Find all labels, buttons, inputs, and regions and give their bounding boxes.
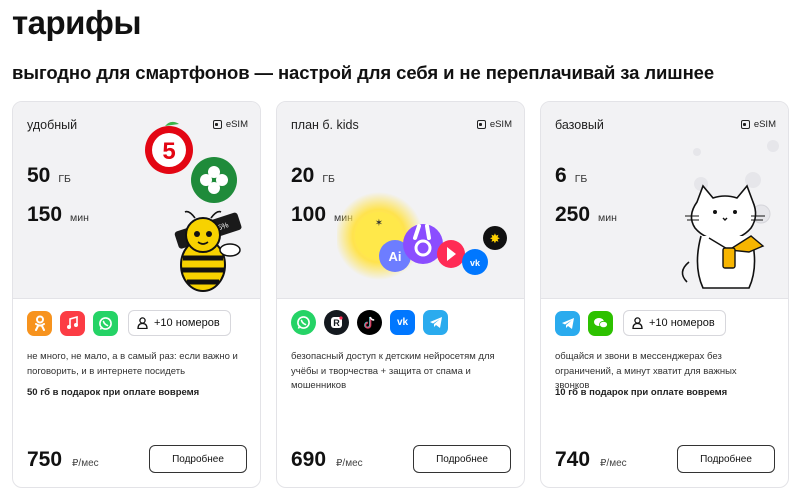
tariff-card-bazovy[interactable]: базовый eSIM 6 ГБ 250 мин +10 номеров обща… — [540, 101, 789, 488]
tariff-price: 750 ₽/мес — [27, 448, 99, 472]
minutes-quota: 250 мин — [555, 203, 617, 227]
svg-text:5: 5 — [162, 138, 175, 165]
data-amount: 20 — [291, 164, 315, 187]
esim-badge: eSIM — [740, 119, 776, 130]
tariff-name: удобный — [27, 118, 78, 132]
tariff-price: 690 ₽/мес — [291, 448, 363, 472]
data-quota: 20 ГБ — [291, 164, 335, 188]
esim-badge: eSIM — [476, 119, 512, 130]
sim-icon — [476, 120, 486, 129]
minutes-amount: 250 — [555, 203, 591, 226]
person-icon — [632, 317, 643, 329]
details-button[interactable]: Подробнее — [677, 445, 775, 473]
data-amount: 50 — [27, 164, 51, 187]
sim-icon — [740, 120, 750, 129]
extra-numbers-chip: +10 номеров — [128, 310, 231, 336]
included-apps: +10 номеров — [555, 310, 726, 336]
esim-label: eSIM — [753, 119, 776, 130]
tariff-bonus: 50 гб в подарок при оплате вовремя — [27, 387, 200, 398]
person-icon — [137, 317, 148, 329]
svg-text:✸: ✸ — [490, 232, 501, 247]
odnoklassniki-icon — [27, 310, 52, 336]
tariff-price: 740 ₽/мес — [555, 448, 627, 472]
page-subtitle: выгодно для смартфонов — настрой для себ… — [12, 62, 715, 83]
svg-text:R: R — [333, 318, 340, 328]
rutube-icon: R — [324, 310, 349, 335]
kids-apps-sun-illustration: ✶ Ai vk ✸ — [337, 192, 507, 280]
data-quota: 50 ГБ — [27, 164, 71, 188]
extra-numbers-label: +10 номеров — [154, 317, 220, 329]
minutes-quota: 150 мин — [27, 203, 89, 227]
music-icon — [60, 310, 85, 336]
tiktok-icon — [357, 310, 382, 335]
included-apps: R vk — [291, 310, 448, 335]
wechat-icon — [588, 310, 613, 336]
tariff-name: план б. kids — [291, 118, 359, 132]
tariff-card-plan-b-kids[interactable]: план б. kids eSIM 20ГБ 100мин ✶ Ai vk ✸ — [276, 101, 525, 488]
price-unit: ₽/мес — [72, 458, 99, 469]
minutes-unit: мин — [70, 212, 89, 224]
extra-numbers-chip: +10 номеров — [623, 310, 726, 336]
vk-icon: vk — [390, 310, 415, 335]
included-apps: +10 номеров — [27, 310, 231, 336]
price-unit: ₽/мес — [600, 458, 627, 469]
data-unit: ГБ — [58, 173, 71, 185]
data-unit: ГБ — [574, 173, 588, 185]
price-amount: 750 — [27, 448, 63, 471]
svg-text:Ai: Ai — [389, 249, 402, 264]
minutes-amount: 150 — [27, 203, 63, 226]
esim-label: eSIM — [489, 119, 512, 130]
price-amount: 690 — [291, 448, 327, 471]
minutes-amount: 100 — [291, 203, 327, 226]
telegram-icon — [555, 310, 580, 336]
details-button[interactable]: Подробнее — [413, 445, 511, 473]
price-amount: 740 — [555, 448, 591, 471]
tariff-card-udobny[interactable]: удобный eSIM 50ГБ 150мин 5 кешбэк 15% — [12, 101, 261, 488]
page-title: тарифы — [12, 4, 142, 41]
whatsapp-icon — [291, 310, 316, 335]
svg-text:vk: vk — [470, 258, 481, 268]
whatsapp-icon — [93, 310, 118, 336]
telegram-icon — [423, 310, 448, 335]
price-unit: ₽/мес — [336, 458, 363, 469]
tariff-name: базовый — [555, 118, 604, 132]
details-button[interactable]: Подробнее — [149, 445, 247, 473]
data-unit: ГБ — [322, 173, 335, 185]
tariff-description: не много, не мало, а в самый раз: если в… — [27, 351, 238, 377]
tariff-description: безопасный доступ к детским нейросетям д… — [291, 351, 495, 392]
data-amount: 6 — [555, 164, 567, 187]
extra-numbers-label: +10 номеров — [649, 317, 715, 329]
tariff-bonus: 10 гб в подарок при оплате вовремя — [555, 387, 728, 398]
svg-text:✶: ✶ — [375, 218, 383, 229]
pyaterochka-bee-illustration: 5 кешбэк 15% — [145, 121, 242, 292]
cat-with-phone-illustration — [681, 140, 779, 289]
minutes-unit: мин — [598, 212, 617, 224]
data-quota: 6 ГБ — [555, 164, 587, 188]
